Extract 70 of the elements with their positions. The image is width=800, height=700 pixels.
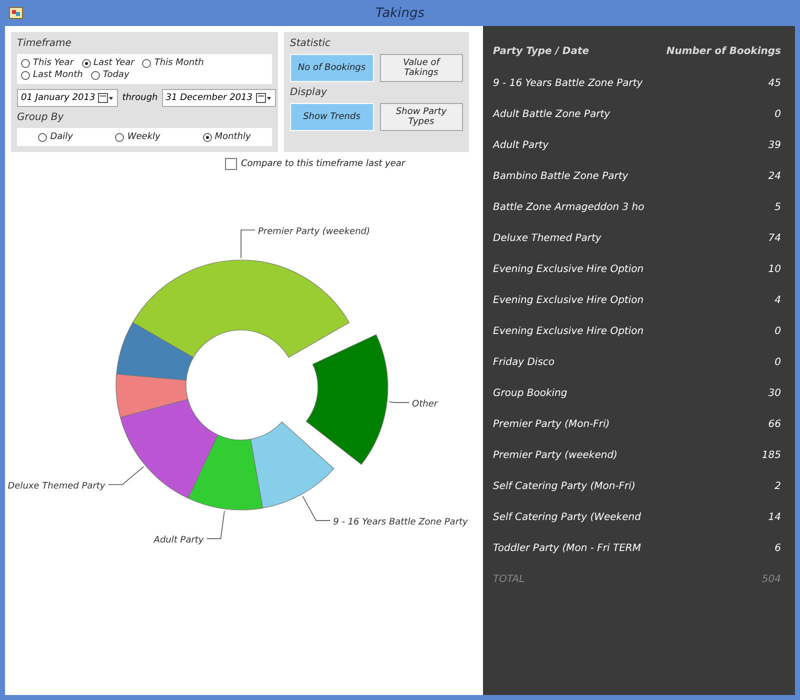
table-cell-text: Self Catering Party (Weekend <box>493 512 642 523</box>
table-cell-text: 66 <box>767 419 782 430</box>
total-value: 504 <box>760 574 782 585</box>
app-icon <box>9 7 23 19</box>
column-header: Party Type / Date <box>493 46 590 56</box>
table-cell-text: 6 <box>774 543 782 554</box>
table-cell-text: Evening Exclusive Hire Option <box>493 264 645 275</box>
radio-option[interactable]: This Year <box>21 58 74 68</box>
window-title: Takings <box>374 6 426 20</box>
table-cell-text: Premier Party (weekend) <box>493 450 618 461</box>
table-cell-text: Group Booking <box>493 388 568 399</box>
toggle-button[interactable]: Show Party Types <box>380 103 463 131</box>
table-cell-text: Deluxe Themed Party <box>493 233 602 244</box>
table-cell-text: 5 <box>774 202 782 213</box>
section-label: Display <box>290 87 328 98</box>
radio-option[interactable]: Last Month <box>21 70 83 80</box>
slice-label: Deluxe Themed Party <box>8 482 106 492</box>
total-label: TOTAL <box>493 574 526 585</box>
slice-label: Premier Party (weekend) <box>258 227 370 237</box>
table-cell-text: 2 <box>774 481 782 492</box>
table-cell-text: 9 - 16 Years Battle Zone Party <box>493 78 644 89</box>
leader-line <box>388 401 410 403</box>
slice-label: Other <box>412 400 438 410</box>
column-header: Number of Bookings <box>666 46 782 56</box>
table-cell-text: Adult Battle Zone Party <box>493 109 612 120</box>
table-cell-text: 10 <box>767 264 782 275</box>
toggle-button[interactable]: No of Bookings <box>290 54 374 82</box>
toggle-button[interactable]: Show Trends <box>290 103 374 131</box>
radio-option[interactable]: Weekly <box>115 132 160 142</box>
table-cell-text: 39 <box>767 140 782 151</box>
radio-option[interactable]: Last Year <box>82 58 134 68</box>
compare-checkbox[interactable]: Compare to this timeframe last year <box>225 158 475 170</box>
calendar-icon <box>256 92 272 104</box>
table-cell-text: 30 <box>767 388 782 399</box>
table-cell-text: Evening Exclusive Hire Option <box>493 326 645 337</box>
table-cell-text: 0 <box>774 326 782 337</box>
date-picker[interactable]: 01 January 2013 <box>17 89 118 107</box>
section-label: Timeframe <box>17 38 72 49</box>
table-cell-text: Evening Exclusive Hire Option <box>493 295 645 306</box>
section-label: Group By <box>17 112 65 123</box>
table-cell-text: Battle Zone Armageddon 3 ho <box>493 202 646 213</box>
table-cell-text: Self Catering Party (Mon-Fri) <box>493 481 636 492</box>
table-cell-text: 14 <box>767 512 782 523</box>
table-cell-text: 0 <box>774 109 782 120</box>
leader-line <box>302 496 331 521</box>
table-cell-text: Adult Party <box>493 140 550 151</box>
table-cell-text: 24 <box>767 171 782 182</box>
table-cell-text: Premier Party (Mon-Fri) <box>493 419 611 430</box>
calendar-icon <box>98 92 114 104</box>
table-cell-text: Friday Disco <box>493 357 556 368</box>
through-label: through <box>122 93 158 103</box>
table-cell-text: 74 <box>767 233 782 244</box>
table-cell-text: 4 <box>774 295 782 306</box>
radio-option[interactable]: This Month <box>142 58 204 68</box>
radio-option[interactable]: Daily <box>38 132 73 142</box>
table-cell-text: Bambino Battle Zone Party <box>493 171 630 182</box>
toggle-button[interactable]: Value of Takings <box>380 54 463 82</box>
slice-label: Adult Party <box>154 536 204 546</box>
radio-option[interactable]: Monthly <box>202 132 251 142</box>
date-picker[interactable]: 31 December 2013 <box>162 89 276 107</box>
leader-line <box>240 230 256 258</box>
section-label: Statistic <box>290 38 332 49</box>
table-cell-text: 45 <box>767 78 782 89</box>
table-cell-text: 185 <box>760 450 782 461</box>
slice-label: 9 - 16 Years Battle Zone Party <box>333 518 468 528</box>
leader-line <box>108 466 144 486</box>
table-cell-text: Toddler Party (Mon - Fri TERM <box>493 543 642 554</box>
leader-line <box>206 510 225 540</box>
radio-option[interactable]: Today <box>90 70 130 80</box>
table-cell-text: 0 <box>774 357 782 368</box>
